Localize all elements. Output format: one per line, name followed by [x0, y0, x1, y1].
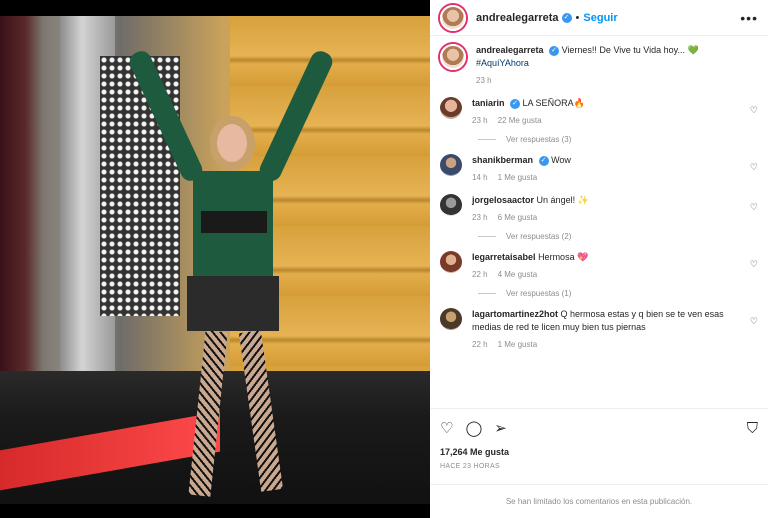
comment-icon[interactable]: ◯ [465, 419, 482, 437]
comment-item: jorgelosaactor Un ángel! ✨ 23 h 6 Me gust… [440, 194, 758, 224]
view-replies[interactable]: Ver respuestas (3) [478, 135, 758, 144]
comment-time: 22 h [472, 270, 488, 279]
caption: andrealegarreta ✓ Viernes!! De Vive tu V… [440, 44, 758, 87]
comment-avatar[interactable] [440, 97, 462, 119]
verified-badge-icon: ✓ [538, 155, 549, 166]
post-details-pane: andrealegarreta ✓ • Seguir ••• andrealeg… [430, 0, 768, 518]
comment-time: 22 h [472, 340, 488, 349]
comment-text: Hermosa 💖 [538, 252, 589, 262]
author-avatar[interactable] [440, 4, 466, 31]
comment-likes[interactable]: 1 Me gusta [498, 173, 538, 182]
comment-item: legarretaisabel Hermosa 💖 22 h 4 Me gusta… [440, 251, 758, 281]
comment-heart-icon[interactable]: ♡ [750, 202, 758, 213]
view-replies[interactable]: Ver respuestas (1) [478, 289, 758, 298]
heart-icon[interactable]: ♡ [440, 419, 453, 437]
verified-badge-icon: ✓ [510, 98, 521, 109]
photo-subject [126, 47, 336, 497]
comment-time: 23 h [472, 116, 488, 125]
comment-text: Un ángel! ✨ [536, 195, 589, 205]
comment-time: 14 h [472, 173, 488, 182]
comment-username[interactable]: taniarin [472, 98, 505, 108]
comment-username[interactable]: lagartomartinez2hot [472, 309, 558, 319]
caption-time: 23 h [476, 76, 492, 85]
follow-button[interactable]: Seguir [583, 12, 617, 24]
comment-heart-icon[interactable]: ♡ [750, 316, 758, 327]
comment-time: 23 h [472, 213, 488, 222]
comments-limited-notice: Se han limitado los comentarios en esta … [430, 484, 768, 518]
verified-badge-icon: ✓ [549, 45, 560, 56]
caption-hashtag[interactable]: #AquíYAhora [476, 58, 529, 68]
author-username[interactable]: andrealegarreta [476, 12, 559, 24]
post-date: HACE 23 HORAS [440, 463, 500, 470]
comment-username[interactable]: jorgelosaactor [472, 195, 534, 205]
separator-dot: • [575, 11, 580, 24]
comment-avatar[interactable] [440, 251, 462, 273]
comment-text: Wow [551, 155, 571, 165]
comment-text: LA SEÑORA🔥 [522, 98, 585, 108]
view-replies[interactable]: Ver respuestas (2) [478, 232, 758, 241]
like-count[interactable]: 17,264 Me gusta [440, 447, 758, 457]
comment-username[interactable]: legarretaisabel [472, 252, 536, 262]
comment-likes[interactable]: 6 Me gusta [498, 213, 538, 222]
caption-username[interactable]: andrealegarreta [476, 45, 544, 55]
post-header: andrealegarreta ✓ • Seguir ••• [430, 0, 768, 36]
comment-item: shanikberman ✓ Wow 14 h 1 Me gusta ♡ [440, 154, 758, 184]
verified-badge-icon: ✓ [561, 12, 572, 23]
comment-item: taniarin ✓ LA SEÑORA🔥 23 h 22 Me gusta ♡ [440, 97, 758, 127]
caption-text: Viernes!! De Vive tu Vida hoy... 💚 [561, 45, 699, 55]
comments-list[interactable]: andrealegarreta ✓ Viernes!! De Vive tu V… [430, 36, 768, 408]
comment-avatar[interactable] [440, 154, 462, 176]
comment-username[interactable]: shanikberman [472, 155, 533, 165]
send-icon[interactable]: ➢ [494, 419, 507, 437]
comment-avatar[interactable] [440, 194, 462, 216]
comment-likes[interactable]: 22 Me gusta [498, 116, 542, 125]
comment-likes[interactable]: 1 Me gusta [498, 340, 538, 349]
comment-heart-icon[interactable]: ♡ [750, 105, 758, 116]
more-icon[interactable]: ••• [740, 10, 758, 26]
comment-item: lagartomartinez2hot Q hermosa estas y q … [440, 308, 758, 351]
comment-heart-icon[interactable]: ♡ [750, 162, 758, 173]
comment-heart-icon[interactable]: ♡ [750, 259, 758, 270]
bookmark-icon[interactable]: ⛉ [747, 420, 758, 437]
comment-avatar[interactable] [440, 308, 462, 330]
caption-avatar[interactable] [440, 44, 466, 70]
comment-likes[interactable]: 4 Me gusta [498, 270, 538, 279]
post-photo[interactable] [0, 16, 430, 504]
